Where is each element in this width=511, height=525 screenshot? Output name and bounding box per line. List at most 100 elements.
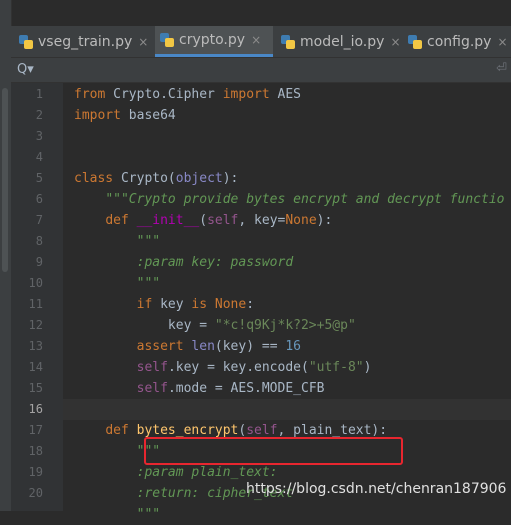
code-line[interactable]: assert len(key) == 16 (74, 336, 301, 357)
line-number: 4 (35, 150, 43, 164)
line-number: 17 (28, 423, 43, 437)
line-number: 11 (28, 297, 43, 311)
python-file-icon (408, 34, 422, 49)
code-line[interactable]: """ (74, 231, 160, 252)
line-number: 3 (35, 129, 43, 143)
tab-model-io[interactable]: model_io.py × (276, 26, 402, 57)
line-number: 18 (28, 444, 43, 458)
code-line[interactable]: """ (74, 273, 160, 294)
tab-vseg-train[interactable]: vseg_train.py × (19, 26, 151, 57)
line-number: 9 (35, 255, 43, 269)
code-line[interactable]: """ (74, 504, 160, 525)
tab-config[interactable]: config.py × (403, 26, 511, 57)
tab-label: crypto.py (179, 32, 246, 48)
code-token: None (214, 297, 247, 312)
line-number: 15 (28, 381, 43, 395)
code-line[interactable]: import base64 (74, 105, 176, 126)
code-token: """Crypto provide bytes encrypt and decr… (105, 192, 505, 207)
code-token: self (136, 381, 168, 396)
code-line[interactable]: self.mode = AES.MODE_CFB (74, 378, 325, 399)
code-token: import (74, 108, 129, 123)
search-bar[interactable]: Q▾ ⏎ (11, 58, 511, 83)
code-token: key = (167, 318, 215, 333)
close-icon[interactable]: × (390, 35, 400, 49)
code-line[interactable]: class Crypto(object): (74, 168, 238, 189)
code-line[interactable]: self.key = key.encode("utf-8") (74, 357, 372, 378)
code-token: ): (316, 213, 333, 228)
code-line[interactable]: from Crypto.Cipher import AES (74, 84, 301, 105)
close-icon[interactable]: × (497, 35, 507, 49)
code-token: AES (277, 87, 301, 102)
line-number: 14 (28, 360, 43, 374)
code-token: """ (136, 276, 161, 291)
code-token: key (160, 297, 192, 312)
line-number: 6 (35, 192, 43, 206)
line-number: 5 (35, 171, 43, 185)
code-line[interactable]: :param key: password (74, 252, 294, 273)
code-token: Crypto.Cipher (113, 87, 223, 102)
code-token: .key = key.encode( (167, 360, 309, 375)
code-line[interactable]: """Crypto provide bytes encrypt and decr… (74, 189, 504, 210)
line-number: 16 (28, 402, 43, 416)
tab-crypto[interactable]: crypto.py × (155, 26, 273, 57)
code-token: (key) == (214, 339, 286, 354)
code-token: Crypto( (120, 171, 176, 186)
code-token: __init__ (136, 213, 200, 228)
code-token: bytes_encrypt (136, 423, 239, 438)
python-file-icon (160, 33, 174, 47)
code-token: is (191, 297, 215, 312)
code-token: """ (136, 507, 161, 522)
code-token: assert (136, 339, 192, 354)
watermark: https://blog.csdn.net/chenran187906 (246, 481, 507, 497)
code-token: ( (199, 213, 208, 228)
line-number: 7 (35, 213, 43, 227)
code-token: import (222, 87, 278, 102)
code-token: :param key: password (136, 255, 294, 270)
code-token: if (136, 297, 161, 312)
code-line[interactable]: key = "*c!q9Kj*k?2>+5@p" (74, 315, 356, 336)
code-token: , plain_text): (277, 423, 388, 438)
python-file-icon (19, 34, 33, 49)
line-number: 12 (28, 318, 43, 332)
code-line[interactable]: :param plain_text: (74, 462, 278, 483)
wrap-search-icon[interactable]: ⏎ (496, 61, 507, 76)
red-highlight-box (144, 437, 403, 465)
code-editor[interactable]: 1 2 3 4 5 6 7 8 9 10 11 12 13 14 15 16 17 18 19 20 from Cry… (11, 83, 511, 522)
code-token: base64 (128, 108, 176, 123)
line-number-gutter: 1 2 3 4 5 6 7 8 9 10 11 12 13 14 15 16 17 18 19 20 (11, 83, 63, 511)
editor-tab-bar: vseg_train.py × crypto.py × model_io.py … (11, 26, 511, 58)
code-token: from (74, 87, 114, 102)
code-token: def (105, 213, 137, 228)
line-number: 10 (28, 276, 43, 290)
close-icon[interactable]: × (138, 35, 148, 49)
code-token: ) (363, 360, 372, 375)
code-line[interactable]: if key is None: (74, 294, 254, 315)
tab-label: model_io.py (300, 33, 385, 50)
line-number: 13 (28, 339, 43, 353)
code-token: self (207, 213, 239, 228)
code-token: """ (136, 234, 161, 249)
code-token: , key= (238, 213, 286, 228)
line-number: 8 (35, 234, 43, 248)
code-line[interactable]: def __init__(self, key=None): (74, 210, 332, 231)
tab-label: vseg_train.py (38, 33, 133, 50)
search-icon[interactable]: Q▾ (17, 62, 34, 77)
line-number: 19 (28, 465, 43, 479)
code-token: def (105, 423, 137, 438)
tab-label: config.py (427, 33, 492, 50)
code-token: "utf-8" (308, 360, 364, 375)
scrollbar-thumb[interactable] (2, 88, 8, 272)
close-icon[interactable]: × (251, 33, 261, 47)
code-token: None (285, 213, 317, 228)
code-token: 16 (285, 339, 302, 354)
